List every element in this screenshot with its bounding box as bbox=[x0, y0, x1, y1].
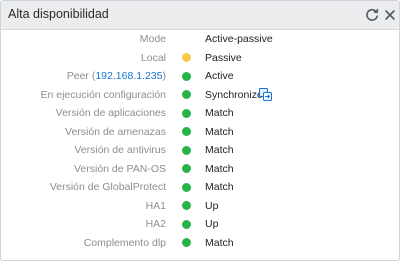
row-value: Up bbox=[205, 199, 219, 212]
row-app-version: Versión de aplicaciones Match bbox=[1, 104, 399, 123]
status-dot-green bbox=[182, 71, 191, 81]
row-value: Passive bbox=[205, 51, 242, 64]
row-label: Versión de antivirus bbox=[74, 144, 166, 156]
row-label: En ejecución configuración bbox=[40, 88, 167, 101]
ha-widget: Alta disponibilidad Mode Active-passive … bbox=[0, 0, 400, 261]
status-dot-green bbox=[182, 201, 191, 210]
row-value: Match bbox=[205, 181, 234, 193]
row-value: Match bbox=[205, 107, 234, 119]
row-globalprotect-version: Versión de GlobalProtect Match bbox=[1, 178, 399, 197]
row-label: Versión de aplicaciones bbox=[55, 107, 166, 119]
status-dot-green bbox=[182, 182, 191, 192]
row-ha1: HA1 Up bbox=[1, 197, 399, 216]
row-value: Match bbox=[205, 144, 234, 156]
row-value: Up bbox=[205, 218, 219, 230]
row-panos-version: Versión de PAN-OS Match bbox=[1, 160, 399, 179]
peer-label-prefix: Peer ( bbox=[66, 70, 96, 82]
sync-config-icon[interactable] bbox=[258, 87, 273, 101]
row-dlp-plugin: Complemento dlp Match bbox=[1, 234, 399, 253]
row-label: HA2 bbox=[145, 218, 166, 230]
status-dot-green bbox=[182, 164, 191, 173]
row-value: Match bbox=[205, 162, 234, 175]
row-mode: Mode Active-passive bbox=[1, 30, 399, 49]
status-dot-green bbox=[182, 238, 191, 247]
row-label: HA1 bbox=[145, 199, 166, 212]
row-running-config: En ejecución configuración Synchronized bbox=[1, 86, 399, 105]
row-local: Local Passive bbox=[1, 49, 399, 68]
row-label: Versión de amenazas bbox=[65, 125, 166, 138]
widget-header: Alta disponibilidad bbox=[1, 1, 399, 30]
row-label: Complemento dlp bbox=[83, 236, 166, 249]
peer-label-suffix: ) bbox=[162, 70, 167, 82]
row-label: Local bbox=[140, 51, 166, 64]
peer-ip-link[interactable]: 192.168.1.235 bbox=[95, 70, 162, 82]
status-dot-green bbox=[182, 108, 191, 118]
status-dot-green bbox=[182, 127, 191, 136]
refresh-icon[interactable] bbox=[364, 7, 380, 23]
row-value: Match bbox=[205, 236, 234, 249]
row-value: Active bbox=[205, 70, 234, 82]
row-label: Versión de GlobalProtect bbox=[49, 181, 166, 193]
status-dot-green bbox=[182, 219, 191, 229]
row-label: Peer (192.168.1.235) bbox=[67, 67, 166, 86]
row-ha2: HA2 Up bbox=[1, 215, 399, 234]
status-dot-yellow bbox=[182, 53, 191, 62]
row-label: Mode bbox=[139, 33, 166, 45]
row-value: Active-passive bbox=[205, 33, 273, 45]
row-antivirus-version: Versión de antivirus Match bbox=[1, 141, 399, 160]
row-threat-version: Versión de amenazas Match bbox=[1, 123, 399, 142]
row-peer: Peer (192.168.1.235) Active bbox=[1, 67, 399, 86]
close-icon[interactable] bbox=[382, 7, 398, 23]
status-dot-green bbox=[182, 90, 191, 99]
status-dot-green bbox=[182, 145, 191, 155]
widget-title: Alta disponibilidad bbox=[8, 7, 109, 21]
row-value: Match bbox=[205, 125, 234, 138]
row-label: Versión de PAN-OS bbox=[73, 162, 166, 175]
